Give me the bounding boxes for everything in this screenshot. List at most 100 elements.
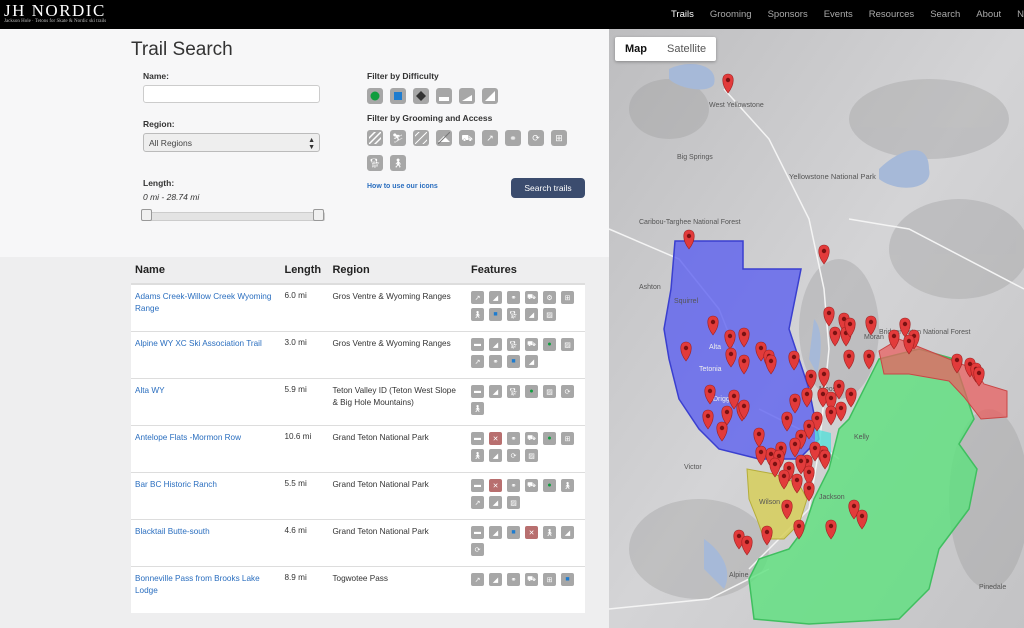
green-icon: ● — [543, 479, 556, 492]
nav-search[interactable]: Search — [930, 9, 960, 20]
blue-icon: ■ — [561, 573, 574, 586]
black-diamond-icon[interactable] — [413, 88, 429, 104]
marker-dot — [826, 310, 832, 316]
search-trails-button[interactable]: Search trails — [511, 178, 585, 198]
trail-name-link[interactable]: Antelope Flats -Mormon Row — [135, 432, 276, 444]
nav-grooming[interactable]: Grooming — [710, 9, 752, 20]
trail-region-cell: Teton Valley ID (Teton West Slope & Big … — [328, 378, 467, 426]
trail-region-cell: Gros Ventre & Wyoming Ranges — [328, 331, 467, 379]
backcountry-icon[interactable]: ↗ — [482, 130, 498, 146]
marker-dot — [848, 391, 854, 397]
marker-dot — [796, 523, 802, 529]
trail-name-link[interactable]: Bar BC Historic Ranch — [135, 479, 276, 491]
trail-icon: ⟳ — [507, 449, 520, 462]
trail-map-icon[interactable]: ⊞ — [551, 130, 567, 146]
hiker-icon: 🚶︎ — [471, 402, 484, 415]
flat-icon: ▬ — [471, 385, 484, 398]
trail-name-link[interactable]: Adams Creek-Willow Creek Wyoming Range — [135, 291, 276, 315]
no-dog-icon: ✕ — [525, 526, 538, 539]
marker-dot — [710, 319, 716, 325]
trail-name-cell: Alta WY — [131, 378, 281, 426]
steep-slope-icon[interactable] — [482, 88, 498, 104]
steep-icon: ◢ — [525, 355, 538, 368]
map-canvas[interactable]: West Yellowstone Big Springs Yellowstone… — [609, 29, 1024, 628]
marker-dot — [784, 415, 790, 421]
hiker-icon[interactable]: 🚶︎ — [390, 155, 406, 171]
map-icon: ⊞ — [543, 573, 556, 586]
nav-resources[interactable]: Resources — [869, 9, 914, 20]
brand-logo[interactable]: JH NORDIC — [4, 1, 106, 21]
skate-icon: ↗ — [471, 291, 484, 304]
classic-groomed-icon[interactable] — [367, 130, 383, 146]
table-row: Blacktail Butte-south 4.6 mi Grand Teton N… — [131, 519, 585, 567]
marker-dot — [686, 233, 692, 239]
fat-bike-icon[interactable]: ⚭ — [505, 130, 521, 146]
marker-dot — [891, 333, 897, 339]
hiker-icon: 🚶︎ — [543, 526, 556, 539]
blue-square-icon[interactable] — [390, 88, 406, 104]
length-slider-max-handle[interactable] — [313, 209, 324, 221]
nav-about[interactable]: About — [976, 9, 1001, 20]
trail-name-link[interactable]: Alpine WY XC Ski Association Trail — [135, 338, 276, 350]
col-length-header[interactable]: Length — [280, 257, 329, 285]
name-label: Name: — [143, 71, 169, 81]
length-label: Length: — [143, 178, 175, 188]
length-slider-min-handle[interactable] — [141, 209, 152, 221]
snowcat-icon[interactable] — [436, 130, 452, 146]
table-row: Antelope Flats -Mormon Row 10.6 mi Grand T… — [131, 425, 585, 473]
trail-length-cell: 5.9 mi — [280, 378, 329, 426]
marker-dot — [764, 529, 770, 535]
col-region-header[interactable]: Region — [328, 257, 467, 285]
marker-dot — [792, 397, 798, 403]
trail-name-link[interactable]: Alta WY — [135, 385, 276, 397]
dog-icon[interactable]: 🐕︎ — [367, 155, 383, 171]
how-to-use-icons-link[interactable]: How to use our icons — [367, 183, 438, 190]
map-type-toggle: Map Satellite — [615, 37, 717, 61]
snowshoe-icon[interactable]: ⟳ — [528, 130, 544, 146]
difficulty-filter-icons — [367, 88, 505, 104]
nav-events[interactable]: Events — [824, 9, 853, 20]
name-input[interactable] — [143, 85, 320, 103]
trail-name-link[interactable]: Bonneville Pass from Brooks Lake Lodge — [135, 573, 276, 597]
slope-icon: ◢ — [489, 291, 502, 304]
map-type-map-button[interactable]: Map — [615, 37, 657, 61]
results-section: Name Length Region Features Adams Creek-… — [0, 257, 609, 628]
trails-table-body: Adams Creek-Willow Creek Wyoming Range 6.… — [131, 283, 585, 613]
table-header-row: Name Length Region Features — [131, 257, 585, 285]
classic-icon: ▨ — [507, 496, 520, 509]
steep-icon: ◢ — [489, 496, 502, 509]
marker-dot — [792, 441, 798, 447]
snowmobile-icon[interactable]: ⛟ — [459, 130, 475, 146]
trail-name-cell: Adams Creek-Willow Creek Wyoming Range — [131, 283, 281, 332]
trail-icon: ⟳ — [471, 543, 484, 556]
marker-dot — [683, 345, 689, 351]
skate-icon: ↗ — [471, 573, 484, 586]
nav-more[interactable]: N — [1017, 9, 1024, 20]
region-select[interactable]: All Regions ▲ ▼ — [143, 133, 320, 152]
map-label-moran: Moran — [864, 334, 884, 341]
flat-terrain-icon[interactable] — [436, 88, 452, 104]
length-slider-track[interactable] — [143, 212, 325, 221]
marker-dot — [768, 451, 774, 457]
steep-icon: ◢ — [489, 449, 502, 462]
marker-dot — [772, 461, 778, 467]
green-circle-icon[interactable] — [367, 88, 383, 104]
gentle-slope-icon[interactable] — [459, 88, 475, 104]
map-label-jackson: Jackson — [819, 494, 845, 501]
marker-dot — [776, 453, 782, 459]
no-dog-icon: ✕ — [489, 432, 502, 445]
trail-name-link[interactable]: Blacktail Butte-south — [135, 526, 276, 538]
map-label-yellowstone: Yellowstone National Park — [789, 172, 876, 181]
corduroy-icon[interactable] — [413, 130, 429, 146]
marker-dot — [756, 431, 762, 437]
map-type-satellite-button[interactable]: Satellite — [657, 37, 716, 61]
nav-sponsors[interactable]: Sponsors — [768, 9, 808, 20]
map-label-wilson: Wilson — [759, 499, 780, 506]
trail-features-cell: ▬ ◢ ■ ✕ 🚶︎ ◢ ⟳ — [467, 519, 585, 567]
slope-icon: ◢ — [489, 385, 502, 398]
skate-skier-icon[interactable]: ⛷ — [390, 130, 406, 146]
trail-map[interactable]: West Yellowstone Big Springs Yellowstone… — [609, 29, 1024, 628]
nav-trails[interactable]: Trails — [671, 9, 694, 20]
col-name-header[interactable]: Name — [131, 257, 281, 285]
blue-icon: ■ — [507, 526, 520, 539]
